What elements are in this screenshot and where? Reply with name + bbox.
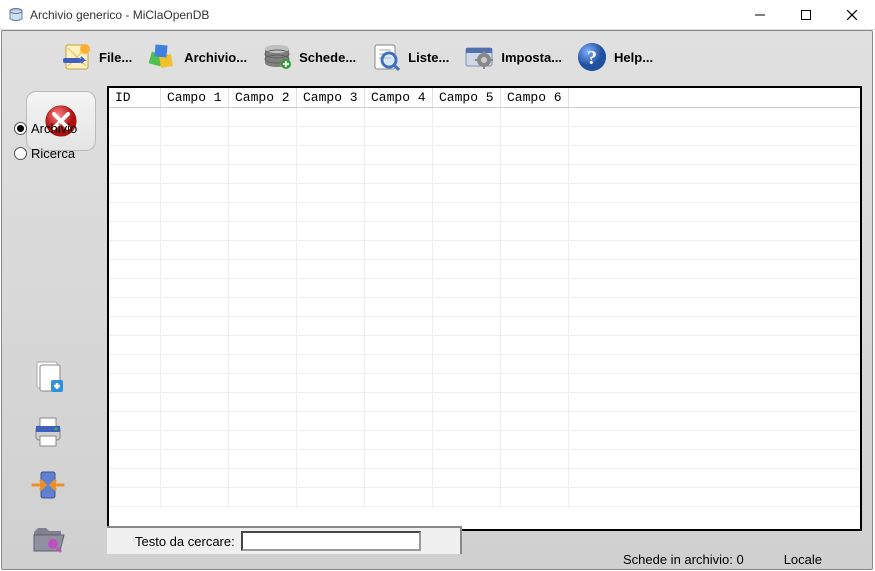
column-header-campo4[interactable]: Campo 4	[365, 88, 433, 107]
table-row	[109, 146, 860, 165]
export-button[interactable]	[24, 463, 72, 507]
schede-menu-button[interactable]: Schede...	[257, 37, 362, 77]
table-row	[109, 393, 860, 412]
toolbar: File... Archivio...	[2, 31, 872, 83]
table-row	[109, 450, 860, 469]
archivio-icon	[144, 39, 180, 75]
svg-text:?: ?	[587, 47, 597, 69]
search-label: Testo da cercare:	[135, 534, 235, 549]
minimize-button[interactable]	[737, 0, 783, 30]
side-buttons	[24, 355, 72, 561]
left-panel: Archivio Ricerca	[14, 121, 104, 561]
table-row	[109, 469, 860, 488]
liste-icon	[368, 39, 404, 75]
maximize-button[interactable]	[783, 0, 829, 30]
liste-label: Liste...	[408, 50, 449, 65]
file-label: File...	[99, 50, 132, 65]
table-row	[109, 488, 860, 507]
window-title: Archivio generico - MiClaOpenDB	[30, 8, 209, 22]
column-header-id[interactable]: ID	[109, 88, 161, 107]
table-row	[109, 355, 860, 374]
table-row	[109, 108, 860, 127]
table-row	[109, 298, 860, 317]
schede-icon	[259, 39, 295, 75]
search-input[interactable]	[241, 531, 421, 551]
schede-label: Schede...	[299, 50, 356, 65]
radio-ricerca[interactable]: Ricerca	[14, 146, 104, 161]
imposta-menu-button[interactable]: Imposta...	[459, 37, 568, 77]
status-schede: Schede in archivio: 0	[623, 552, 744, 567]
radio-archivio-label: Archivio	[31, 121, 77, 136]
app-body: File... Archivio...	[1, 30, 873, 570]
status-mode: Locale	[784, 552, 822, 567]
close-window-button[interactable]	[829, 0, 875, 30]
table-row	[109, 336, 860, 355]
help-menu-button[interactable]: ? Help...	[572, 37, 659, 77]
column-header-campo3[interactable]: Campo 3	[297, 88, 365, 107]
help-icon: ?	[574, 39, 610, 75]
table-row	[109, 203, 860, 222]
titlebar: Archivio generico - MiClaOpenDB	[0, 0, 875, 30]
liste-menu-button[interactable]: Liste...	[366, 37, 455, 77]
table-row	[109, 412, 860, 431]
imposta-label: Imposta...	[501, 50, 562, 65]
open-folder-button[interactable]	[24, 517, 72, 561]
table-row	[109, 374, 860, 393]
radio-ricerca-label: Ricerca	[31, 146, 75, 161]
data-grid[interactable]: ID Campo 1 Campo 2 Campo 3 Campo 4 Campo…	[107, 86, 862, 531]
table-row	[109, 317, 860, 336]
app-icon	[8, 7, 24, 23]
table-row	[109, 222, 860, 241]
column-header-campo2[interactable]: Campo 2	[229, 88, 297, 107]
archivio-label: Archivio...	[184, 50, 247, 65]
table-row	[109, 127, 860, 146]
help-label: Help...	[614, 50, 653, 65]
radio-archivio[interactable]: Archivio	[14, 121, 104, 136]
column-header-campo1[interactable]: Campo 1	[161, 88, 229, 107]
window-controls	[737, 0, 875, 29]
table-row	[109, 279, 860, 298]
radio-icon	[14, 147, 27, 160]
table-row	[109, 260, 860, 279]
file-icon	[59, 39, 95, 75]
radio-icon	[14, 122, 27, 135]
grid-rows	[109, 108, 860, 507]
table-row	[109, 241, 860, 260]
file-menu-button[interactable]: File...	[57, 37, 138, 77]
search-bar: Testo da cercare:	[107, 526, 462, 554]
table-row	[109, 184, 860, 203]
archivio-menu-button[interactable]: Archivio...	[142, 37, 253, 77]
column-header-campo5[interactable]: Campo 5	[433, 88, 501, 107]
status-bar: Schede in archivio: 0 Locale	[623, 552, 822, 567]
new-document-button[interactable]	[24, 355, 72, 399]
print-button[interactable]	[24, 409, 72, 453]
imposta-icon	[461, 39, 497, 75]
table-row	[109, 165, 860, 184]
grid-header: ID Campo 1 Campo 2 Campo 3 Campo 4 Campo…	[109, 88, 860, 108]
column-header-campo6[interactable]: Campo 6	[501, 88, 569, 107]
table-row	[109, 431, 860, 450]
